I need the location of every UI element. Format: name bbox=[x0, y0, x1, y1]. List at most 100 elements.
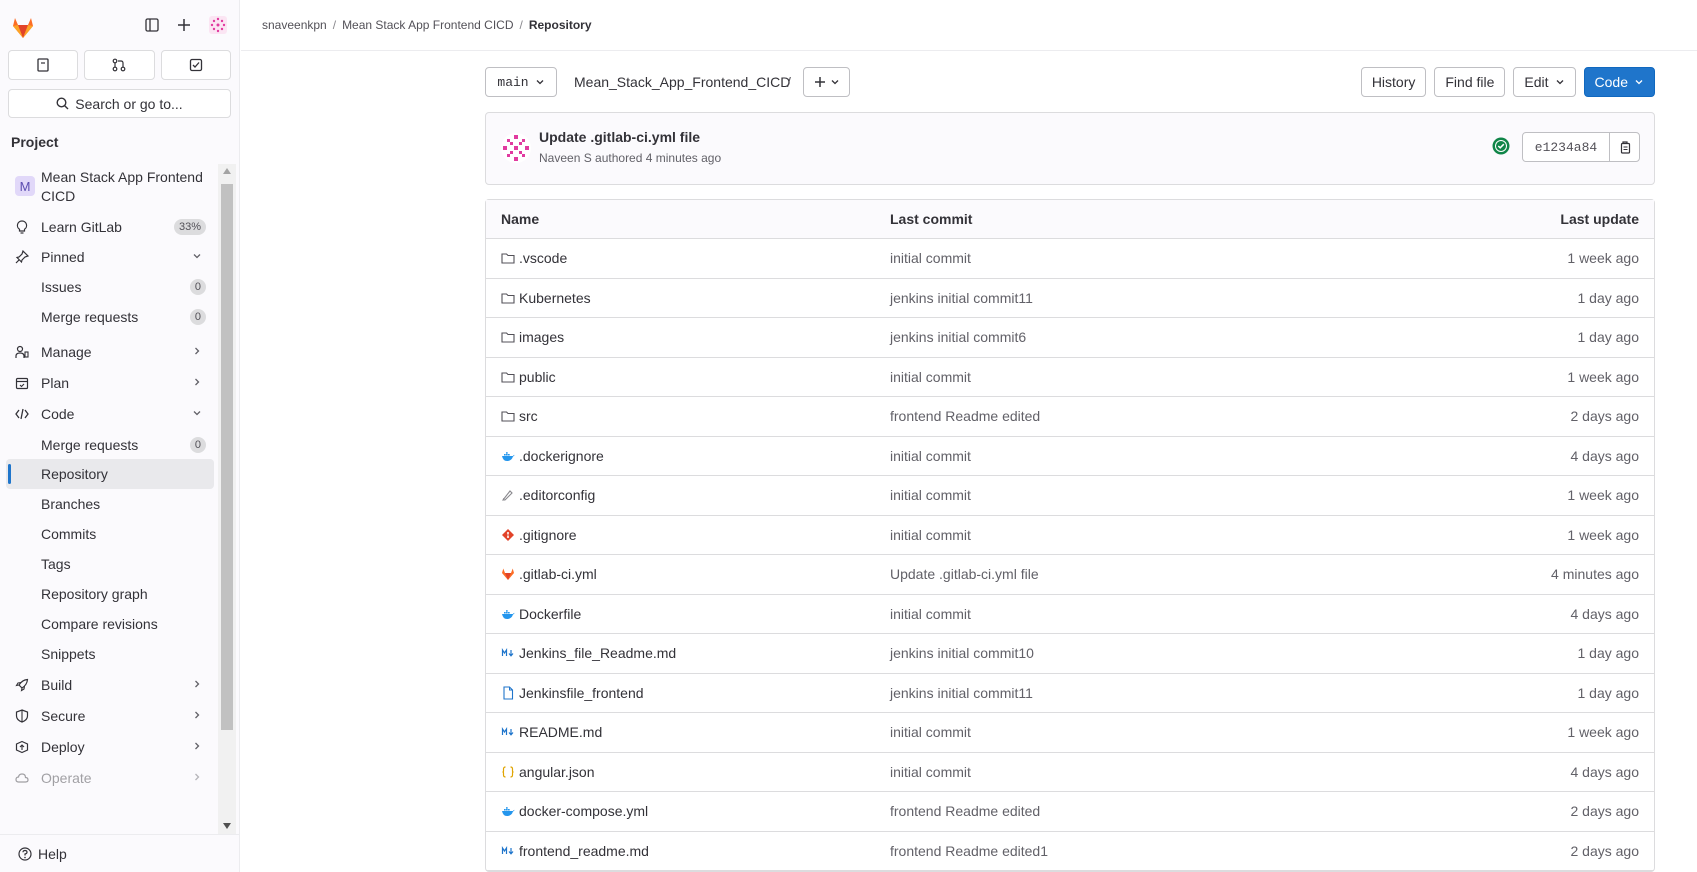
file-name-link[interactable]: public bbox=[501, 369, 556, 385]
copy-sha-button[interactable] bbox=[1609, 132, 1640, 162]
last-commit-link[interactable]: initial commit bbox=[890, 764, 971, 780]
breadcrumb-user[interactable]: snaveenkpn bbox=[262, 18, 327, 32]
file-name-link[interactable]: Dockerfile bbox=[501, 606, 581, 622]
table-body: .vscode initial commit 1 week ago Kubernete… bbox=[486, 239, 1654, 871]
last-commit-link[interactable]: initial commit bbox=[890, 527, 971, 543]
sidebar-item-pinned-issues[interactable]: Issues 0 bbox=[6, 272, 214, 302]
file-name-link[interactable]: .gitignore bbox=[501, 527, 577, 543]
last-commit-link[interactable]: jenkins initial commit11 bbox=[890, 685, 1033, 701]
sidebar-item-repository-graph[interactable]: Repository graph bbox=[6, 579, 214, 609]
sidebar-item-pinned[interactable]: Pinned bbox=[6, 242, 214, 272]
sidebar-item-secure[interactable]: Secure bbox=[6, 701, 214, 731]
file-name-link[interactable]: .vscode bbox=[501, 250, 567, 266]
last-commit-link[interactable]: initial commit bbox=[890, 724, 971, 740]
table-row[interactable]: README.md initial commit 1 week ago bbox=[486, 713, 1654, 753]
user-avatar-icon[interactable] bbox=[209, 16, 227, 34]
table-row[interactable]: Dockerfile initial commit 4 days ago bbox=[486, 595, 1654, 634]
last-commit-link[interactable]: jenkins initial commit6 bbox=[890, 329, 1026, 345]
breadcrumb-current[interactable]: Repository bbox=[529, 18, 592, 32]
table-row[interactable]: angular.json initial commit 4 days ago bbox=[486, 753, 1654, 792]
table-row[interactable]: frontend_readme.md frontend Readme edited… bbox=[486, 832, 1654, 871]
file-name-link[interactable]: .editorconfig bbox=[501, 487, 595, 503]
last-commit-link[interactable]: jenkins initial commit10 bbox=[890, 645, 1034, 661]
file-name-link[interactable]: .dockerignore bbox=[501, 448, 604, 464]
table-row[interactable]: src frontend Readme edited 2 days ago bbox=[486, 397, 1654, 437]
history-button[interactable]: History bbox=[1360, 67, 1427, 97]
sidebar-scrollbar[interactable] bbox=[218, 164, 236, 834]
last-commit-link[interactable]: jenkins initial commit11 bbox=[890, 290, 1033, 306]
sidebar-item-build[interactable]: Build bbox=[6, 670, 214, 700]
file-name-link[interactable]: Jenkins_file_Readme.md bbox=[501, 645, 676, 661]
scroll-down-arrow-icon[interactable] bbox=[223, 823, 231, 829]
sidebar-item-pinned-merge-requests[interactable]: Merge requests 0 bbox=[6, 302, 214, 332]
todo-list-button[interactable] bbox=[160, 50, 231, 80]
commit-sha[interactable]: e1234a84 bbox=[1522, 132, 1610, 162]
sidebar-item-project[interactable]: M Mean Stack App Frontend CICD bbox=[6, 166, 214, 206]
sidebar-item-compare-revisions[interactable]: Compare revisions bbox=[6, 609, 214, 639]
sidebar-section-title: Project bbox=[11, 134, 59, 150]
table-row[interactable]: .gitlab-ci.yml Update .gitlab-ci.yml file… bbox=[486, 555, 1654, 595]
last-commit-link[interactable]: Update .gitlab-ci.yml file bbox=[890, 566, 1039, 582]
sidebar-item-learn-gitlab[interactable]: Learn GitLab 33% bbox=[6, 212, 214, 242]
gitlab-logo-icon[interactable] bbox=[10, 14, 36, 40]
last-commit-link[interactable]: initial commit bbox=[890, 606, 971, 622]
breadcrumb-project[interactable]: Mean Stack App Frontend CICD bbox=[342, 18, 513, 32]
file-name-link[interactable]: src bbox=[501, 408, 538, 424]
add-to-tree-button[interactable] bbox=[803, 67, 850, 97]
table-row[interactable]: Jenkinsfile_frontend jenkins initial comm… bbox=[486, 674, 1654, 713]
sidebar-item-deploy[interactable]: Deploy bbox=[6, 732, 214, 762]
code-dropdown-button[interactable]: Code bbox=[1583, 67, 1655, 97]
pipeline-passed-icon[interactable] bbox=[1492, 137, 1510, 155]
file-name-link[interactable]: docker-compose.yml bbox=[501, 803, 648, 819]
table-row[interactable]: Kubernetes jenkins initial commit11 1 day … bbox=[486, 279, 1654, 318]
file-name-link[interactable]: frontend_readme.md bbox=[501, 843, 649, 859]
table-row[interactable]: .gitignore initial commit 1 week ago bbox=[486, 516, 1654, 555]
sidebar-toggle-icon[interactable] bbox=[145, 18, 159, 32]
file-name-link[interactable]: README.md bbox=[501, 724, 602, 740]
sidebar-item-repository[interactable]: Repository bbox=[6, 459, 214, 489]
search-button[interactable]: Search or go to... bbox=[8, 89, 231, 118]
last-commit-link[interactable]: frontend Readme edited bbox=[890, 408, 1040, 424]
scroll-up-arrow-icon[interactable] bbox=[223, 168, 231, 174]
last-commit-link[interactable]: initial commit bbox=[890, 250, 971, 266]
sidebar-item-plan[interactable]: Plan bbox=[6, 368, 214, 398]
last-commit-link[interactable]: initial commit bbox=[890, 448, 971, 464]
commit-title-link[interactable]: Update .gitlab-ci.yml file bbox=[539, 129, 700, 145]
file-name-link[interactable]: Jenkinsfile_frontend bbox=[501, 685, 644, 701]
file-name-link[interactable]: images bbox=[501, 329, 564, 345]
assigned-issues-button[interactable] bbox=[8, 50, 79, 80]
merge-requests-button[interactable] bbox=[84, 50, 155, 80]
last-commit-link[interactable]: initial commit bbox=[890, 487, 971, 503]
last-commit-link[interactable]: frontend Readme edited bbox=[890, 803, 1040, 819]
author-avatar[interactable] bbox=[501, 133, 531, 163]
sidebar-item-merge-requests[interactable]: Merge requests 0 bbox=[6, 430, 214, 460]
table-row[interactable]: .vscode initial commit 1 week ago bbox=[486, 239, 1654, 279]
sidebar-item-snippets[interactable]: Snippets bbox=[6, 639, 214, 669]
sidebar-item-operate[interactable]: Operate bbox=[6, 763, 214, 793]
table-row[interactable]: .dockerignore initial commit 4 days ago bbox=[486, 437, 1654, 476]
last-commit-link[interactable]: initial commit bbox=[890, 369, 971, 385]
table-row[interactable]: Jenkins_file_Readme.md jenkins initial co… bbox=[486, 634, 1654, 674]
find-file-button[interactable]: Find file bbox=[1434, 67, 1506, 97]
plus-icon[interactable] bbox=[177, 18, 191, 32]
repository-path-link[interactable]: Mean_Stack_App_Frontend_CICD bbox=[574, 74, 790, 90]
sidebar-item-branches[interactable]: Branches bbox=[6, 489, 214, 519]
file-name-link[interactable]: angular.json bbox=[501, 764, 595, 780]
file-name-link[interactable]: Kubernetes bbox=[501, 290, 591, 306]
sidebar-item-manage[interactable]: Manage bbox=[6, 337, 214, 367]
edit-dropdown-button[interactable]: Edit bbox=[1513, 67, 1576, 97]
sidebar-item-commits[interactable]: Commits bbox=[6, 519, 214, 549]
deploy-label: Deploy bbox=[41, 739, 85, 755]
last-commit-link[interactable]: frontend Readme edited1 bbox=[890, 843, 1048, 859]
branch-selector[interactable]: main bbox=[485, 67, 557, 97]
table-row[interactable]: .editorconfig initial commit 1 week ago bbox=[486, 476, 1654, 516]
help-button[interactable]: Help bbox=[0, 834, 240, 872]
file-tree-table: Name Last commit Last update .vscode init… bbox=[485, 199, 1655, 872]
scrollbar-thumb[interactable] bbox=[221, 184, 233, 730]
table-row[interactable]: public initial commit 1 week ago bbox=[486, 358, 1654, 397]
table-row[interactable]: docker-compose.yml frontend Readme edited… bbox=[486, 792, 1654, 832]
table-row[interactable]: images jenkins initial commit6 1 day ago bbox=[486, 318, 1654, 358]
sidebar-item-code[interactable]: Code bbox=[6, 399, 214, 429]
sidebar-item-tags[interactable]: Tags bbox=[6, 549, 214, 579]
file-name-link[interactable]: .gitlab-ci.yml bbox=[501, 566, 597, 582]
